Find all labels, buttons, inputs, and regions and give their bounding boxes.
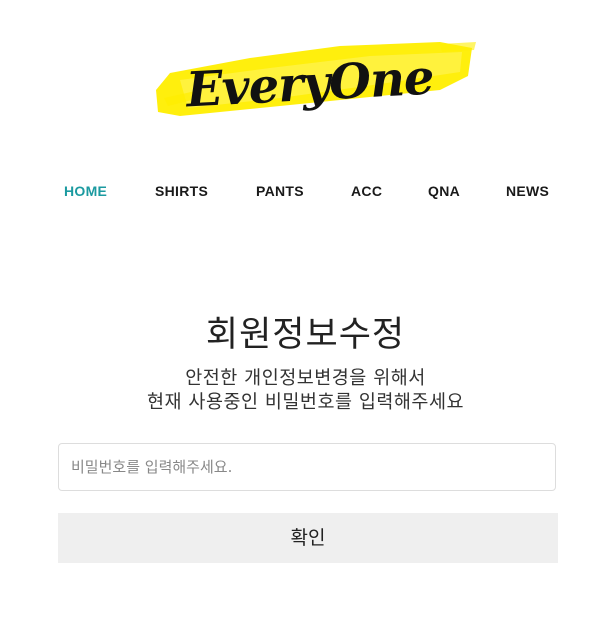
nav-item-qna[interactable]: QNA [428, 183, 460, 199]
page-title: 회원정보수정 [205, 315, 406, 355]
nav-item-shirts[interactable]: SHIRTS [155, 183, 208, 199]
logo-text: EveryOne [183, 50, 435, 119]
nav-item-pants[interactable]: PANTS [256, 183, 304, 199]
nav-item-news[interactable]: NEWS [506, 183, 549, 199]
confirm-button[interactable]: 확인 [58, 513, 558, 563]
password-input[interactable] [58, 443, 556, 491]
description-line-1: 안전한 개인정보변경을 위해서 [185, 368, 426, 389]
nav-item-home[interactable]: HOME [64, 183, 107, 199]
brand-logo[interactable]: EveryOne [140, 28, 480, 128]
description-line-2: 현재 사용중인 비밀번호를 입력해주세요 [147, 392, 464, 413]
nav-item-acc[interactable]: ACC [351, 183, 382, 199]
main-nav: HOME SHIRTS PANTS ACC QNA NEWS [0, 183, 611, 203]
